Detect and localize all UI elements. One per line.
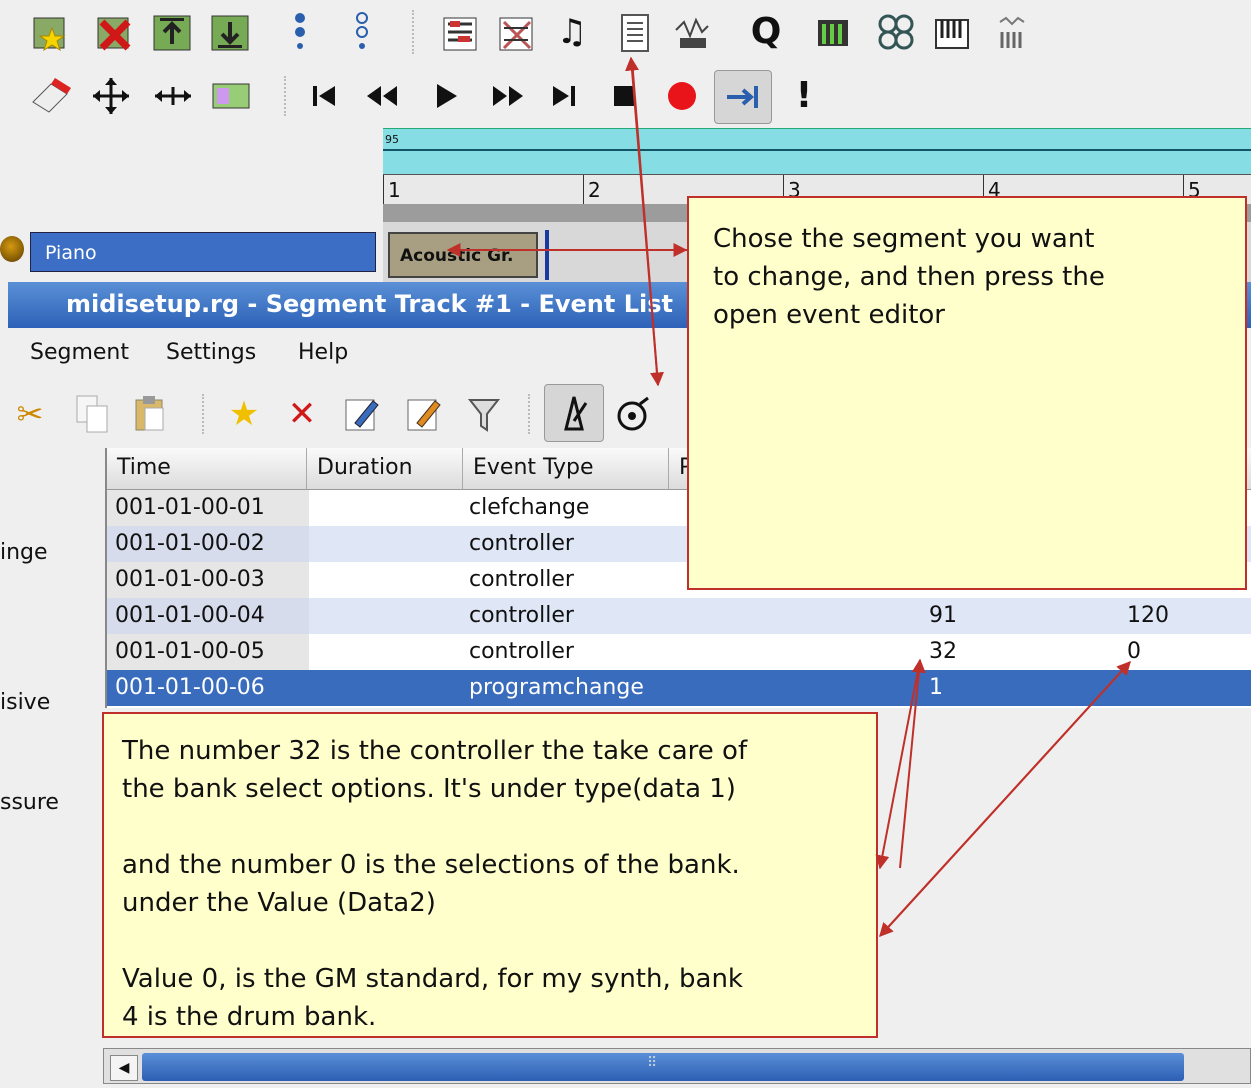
- menu-segment[interactable]: Segment: [30, 340, 129, 365]
- quantize-icon[interactable]: Q: [744, 8, 788, 56]
- split-tool-icon[interactable]: [208, 76, 254, 116]
- cell-event-type: controller: [469, 531, 574, 556]
- edit-event-icon[interactable]: [340, 392, 384, 436]
- toolbar-separator: [202, 394, 204, 434]
- metronome-toggle-icon[interactable]: [544, 384, 604, 442]
- filter-label: ssure: [0, 790, 59, 815]
- playback-cursor: [545, 230, 549, 280]
- annotation-top: Chose the segment you want to change, an…: [687, 196, 1247, 590]
- skip-to-end-icon[interactable]: [546, 76, 582, 116]
- device-manager-icon[interactable]: [990, 12, 1034, 56]
- stop-icon[interactable]: [606, 76, 642, 116]
- filter-icon[interactable]: [462, 392, 506, 436]
- copy-icon[interactable]: [72, 392, 112, 436]
- grip-icon: ⠿: [647, 1055, 658, 1071]
- cell-time: 001-01-00-01: [115, 495, 265, 520]
- cell-time: 001-01-00-06: [115, 675, 265, 700]
- menu-settings[interactable]: Settings: [166, 340, 256, 365]
- step-record-icon[interactable]: [612, 392, 656, 436]
- bar-number: 2: [583, 175, 601, 205]
- move-tool-icon[interactable]: [88, 74, 134, 118]
- play-icon[interactable]: [426, 76, 466, 116]
- cell-data1: 1: [929, 675, 943, 700]
- cell-time: 001-01-00-04: [115, 603, 265, 628]
- event-list-editor-icon[interactable]: [614, 12, 658, 56]
- tempo-marker: 95: [385, 133, 399, 146]
- cell-data2: 0: [1127, 639, 1141, 664]
- table-row[interactable]: 001-01-00-04 controller 91 120: [107, 598, 1251, 634]
- scroll-left-arrow-icon[interactable]: ◀: [110, 1055, 138, 1081]
- cut-icon[interactable]: ✂: [10, 392, 50, 436]
- column-header-event-type[interactable]: Event Type: [463, 448, 669, 490]
- keyboard-icon[interactable]: [930, 12, 974, 56]
- cell-event-type: clefchange: [469, 495, 590, 520]
- toolbar-separator: [412, 10, 414, 54]
- move-track-up-icon[interactable]: [150, 12, 194, 56]
- rewind-icon[interactable]: [362, 76, 402, 116]
- filter-label: isive: [0, 690, 51, 715]
- dots-vertical-light-icon[interactable]: [350, 10, 374, 54]
- table-row[interactable]: 001-01-00-05 controller 32 0: [107, 634, 1251, 670]
- segment-block[interactable]: Acoustic Gr.: [388, 232, 538, 278]
- record-icon[interactable]: [660, 74, 704, 118]
- annotation-bottom: The number 32 is the controller the take…: [102, 712, 878, 1038]
- cell-event-type: programchange: [469, 675, 644, 700]
- bar-number: 1: [383, 175, 401, 205]
- loop-range-line: [383, 149, 1251, 151]
- menu-help[interactable]: Help: [298, 340, 348, 365]
- cell-time: 001-01-00-02: [115, 531, 265, 556]
- filter-label: inge: [0, 540, 48, 565]
- matrix-editor-icon[interactable]: [438, 12, 482, 56]
- move-track-down-icon[interactable]: [208, 12, 252, 56]
- column-header-duration[interactable]: Duration: [307, 448, 463, 490]
- cell-event-type: controller: [469, 639, 574, 664]
- cell-time: 001-01-00-05: [115, 639, 265, 664]
- horizontal-scrollbar[interactable]: ◀ ⠿: [103, 1048, 1251, 1084]
- fast-forward-icon[interactable]: [488, 76, 528, 116]
- midi-mixer-icon[interactable]: [812, 12, 856, 56]
- resize-tool-icon[interactable]: [150, 74, 196, 118]
- cell-data1: 32: [929, 639, 957, 664]
- scrollbar-thumb[interactable]: ⠿: [142, 1053, 1184, 1081]
- track-mute-led-icon[interactable]: [0, 236, 24, 262]
- cell-data1: 91: [929, 603, 957, 628]
- toolbar-separator: [528, 394, 530, 434]
- edit-event-advanced-icon[interactable]: [402, 392, 446, 436]
- eraser-icon[interactable]: [26, 74, 74, 118]
- paste-icon[interactable]: [130, 392, 170, 436]
- panic-icon[interactable]: !: [786, 72, 822, 120]
- add-track-star-icon[interactable]: [28, 12, 72, 56]
- audio-mixer-icon[interactable]: [670, 10, 714, 54]
- percussion-editor-icon[interactable]: [494, 12, 538, 56]
- loop-range-bar[interactable]: 95: [383, 128, 1251, 175]
- notation-editor-icon[interactable]: ♫: [550, 10, 594, 54]
- delete-event-icon[interactable]: ✕: [282, 392, 322, 436]
- synth-plugins-icon[interactable]: [874, 10, 918, 54]
- insert-event-star-icon[interactable]: ★: [222, 392, 266, 436]
- rewind-to-start-icon[interactable]: [306, 76, 342, 116]
- cell-event-type: controller: [469, 603, 574, 628]
- cell-data2: 120: [1127, 603, 1169, 628]
- cell-event-type: controller: [469, 567, 574, 592]
- column-header-time[interactable]: Time: [107, 448, 307, 490]
- delete-track-icon[interactable]: [92, 12, 136, 56]
- dots-vertical-icon[interactable]: [288, 10, 312, 54]
- cell-time: 001-01-00-03: [115, 567, 265, 592]
- track-name-label[interactable]: Piano: [30, 232, 376, 272]
- table-row-selected[interactable]: 001-01-00-06 programchange 1: [107, 670, 1251, 706]
- loop-toggle-icon[interactable]: [714, 70, 772, 124]
- toolbar-separator: [284, 76, 286, 116]
